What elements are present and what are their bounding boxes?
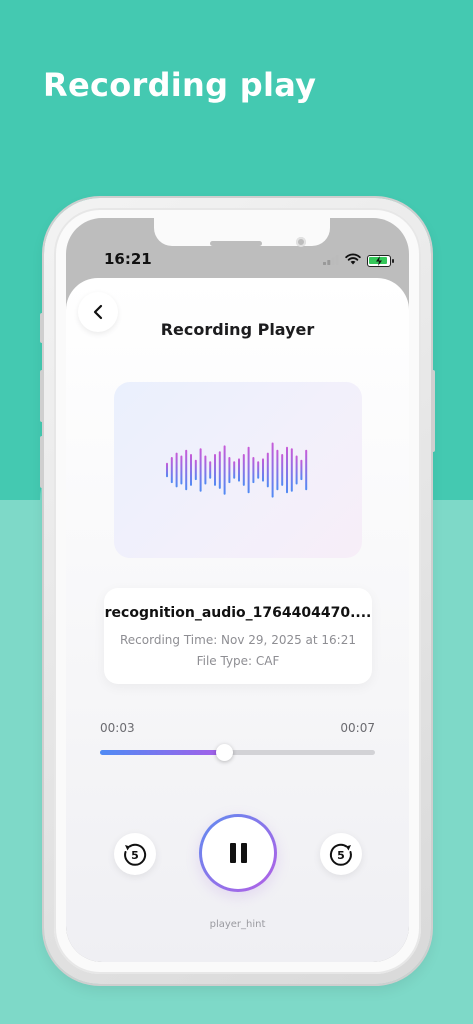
waveform-bar xyxy=(170,457,173,484)
waveform-bar xyxy=(286,446,288,494)
waveform-bar xyxy=(190,454,192,486)
earpiece-speaker xyxy=(210,241,262,246)
waveform-bar xyxy=(204,455,207,485)
promo-headline: Recording play xyxy=(43,66,317,104)
waveform-bar xyxy=(166,462,168,478)
battery-charging-icon xyxy=(367,255,394,267)
waveform-bar xyxy=(214,454,216,486)
waveform-bar xyxy=(276,449,279,491)
status-icons xyxy=(323,252,394,270)
file-info-card: recognition_audio_1764404470.... Recordi… xyxy=(104,588,372,684)
waveform-bar xyxy=(194,459,197,481)
page-title: Recording Player xyxy=(160,320,315,339)
phone-screen: 16:21 Recording Player recognition_audio… xyxy=(66,218,409,962)
mute-switch xyxy=(40,313,44,343)
waveform-bar xyxy=(257,461,260,479)
waveform-bar xyxy=(300,459,303,481)
volume-up-button xyxy=(40,370,44,422)
waveform-bar xyxy=(180,455,183,485)
waveform-bar xyxy=(238,458,240,482)
waveform-bar xyxy=(281,454,284,486)
waveform-bar xyxy=(290,448,293,492)
file-name: recognition_audio_1764404470.... xyxy=(104,605,372,621)
progress-slider[interactable] xyxy=(100,744,375,761)
chevron-left-icon xyxy=(93,304,103,320)
progress-thumb[interactable] xyxy=(215,744,233,761)
forward-seconds: 5 xyxy=(337,849,345,862)
waveform-bar xyxy=(252,457,255,484)
phone-frame: 16:21 Recording Player recognition_audio… xyxy=(40,198,435,984)
play-pause-button[interactable] xyxy=(199,814,277,892)
volume-down-button xyxy=(40,436,44,488)
pause-icon xyxy=(202,817,274,889)
progress-fill xyxy=(100,750,224,755)
waveform-bar xyxy=(218,451,221,489)
waveform-card xyxy=(114,382,362,558)
waveform-bar xyxy=(209,461,212,479)
wifi-icon xyxy=(345,252,361,270)
status-time: 16:21 xyxy=(104,250,152,268)
waveform-bar xyxy=(175,452,178,488)
player-screen: Recording Player recognition_audio_17644… xyxy=(66,278,409,962)
waveform-bar xyxy=(242,454,245,486)
waveform-bar xyxy=(228,457,231,484)
waveform-bar xyxy=(247,446,250,494)
file-type: File Type: CAF xyxy=(196,654,280,668)
front-camera xyxy=(296,237,306,247)
rewind-seconds: 5 xyxy=(131,849,139,862)
rewind-5-icon: 5 xyxy=(124,843,147,866)
waveform-visualizer xyxy=(166,442,308,498)
waveform-bar xyxy=(266,452,269,488)
signal-icon xyxy=(323,252,339,270)
current-time: 00:03 xyxy=(100,721,135,735)
player-hint: player_hint xyxy=(209,919,266,930)
waveform-bar xyxy=(185,449,188,491)
waveform-bar xyxy=(271,442,274,498)
forward-5-button[interactable]: 5 xyxy=(320,833,362,875)
power-button xyxy=(431,370,435,452)
forward-5-icon: 5 xyxy=(329,843,352,866)
recording-time: Recording Time: Nov 29, 2025 at 16:21 xyxy=(120,633,356,647)
waveform-bar xyxy=(233,461,236,479)
waveform-bar xyxy=(262,458,264,482)
waveform-bar xyxy=(199,448,202,492)
waveform-bar xyxy=(295,455,298,485)
waveform-bar xyxy=(223,445,226,495)
rewind-5-button[interactable]: 5 xyxy=(114,833,156,875)
waveform-bar xyxy=(305,449,308,491)
total-duration: 00:07 xyxy=(340,721,375,735)
